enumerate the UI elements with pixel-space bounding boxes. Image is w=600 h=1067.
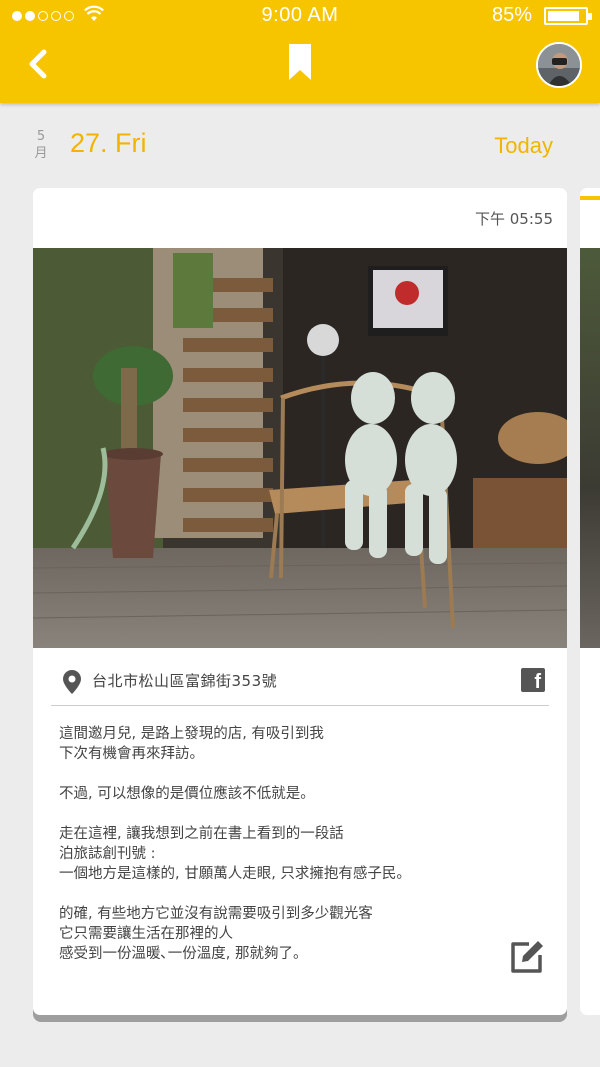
bookmark-icon[interactable] bbox=[289, 44, 311, 80]
facebook-share-button[interactable]: f bbox=[521, 668, 545, 693]
status-bar: 9:00 AM 85% bbox=[0, 0, 600, 32]
diary-card: 下午 05:55 台北市松山區富錦街353號 f 這間邀月兒, 是路上發現的店,… bbox=[33, 188, 567, 1015]
day-label: 27. Fri bbox=[70, 128, 147, 158]
back-button[interactable] bbox=[22, 44, 58, 84]
next-card-photo bbox=[580, 248, 600, 648]
post-paragraph: 走在這裡, 讓我想到之前在書上看到的一段話 泊旅誌創刊號 : 一個地方是這樣的,… bbox=[59, 826, 411, 882]
avatar-photo bbox=[538, 44, 580, 86]
post-paragraph: 的確, 有些地方它並沒有說需要吸引到多少觀光客 它只需要讓生活在那裡的人 感受到… bbox=[59, 906, 373, 962]
today-button[interactable]: Today bbox=[494, 133, 553, 159]
post-time: 下午 05:55 bbox=[475, 210, 553, 228]
month-label: 5 月 bbox=[34, 129, 48, 161]
location-row: 台北市松山區富錦街353號 f bbox=[51, 658, 549, 706]
location-address: 台北市松山區富錦街353號 bbox=[92, 672, 278, 690]
user-avatar[interactable] bbox=[536, 42, 582, 88]
facebook-icon: f bbox=[534, 671, 541, 693]
post-paragraph: 這間邀月兒, 是路上發現的店, 有吸引到我 下次有機會再來拜訪。 bbox=[59, 726, 324, 762]
post-body: 這間邀月兒, 是路上發現的店, 有吸引到我 下次有機會再來拜訪。不過, 可以想像… bbox=[59, 724, 499, 984]
battery-percent: 85% bbox=[491, 4, 532, 26]
edit-button[interactable] bbox=[509, 939, 545, 975]
post-photo[interactable] bbox=[33, 248, 567, 648]
post-paragraph: 不過, 可以想像的是價位應該不低就是。 bbox=[59, 786, 315, 802]
battery-icon bbox=[544, 7, 592, 25]
next-diary-card[interactable] bbox=[580, 188, 600, 1015]
location-pin-icon bbox=[63, 670, 81, 694]
app-header: 9:00 AM 85% bbox=[0, 0, 600, 103]
battery-level bbox=[548, 11, 579, 21]
photo-illustration bbox=[33, 248, 567, 648]
